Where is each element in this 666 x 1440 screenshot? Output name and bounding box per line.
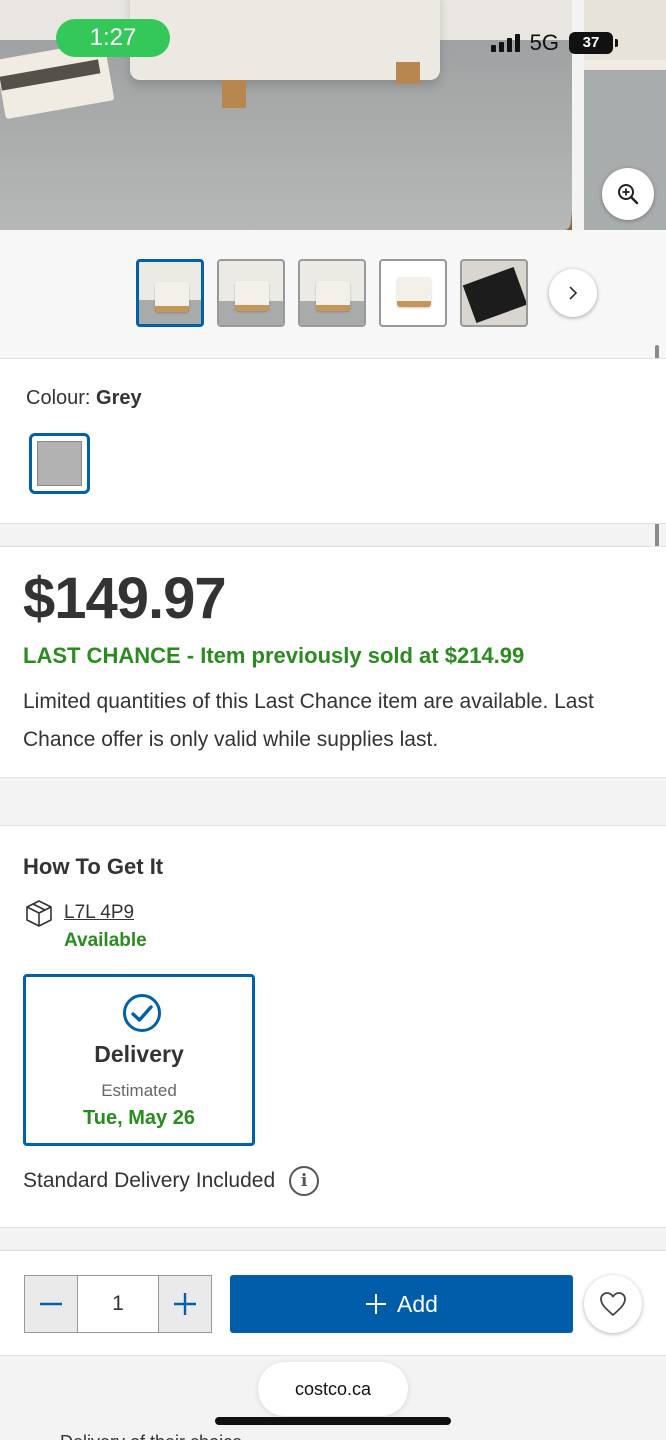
favorite-button[interactable] xyxy=(584,1275,642,1333)
browser-url-bar[interactable]: costco.ca xyxy=(258,1362,408,1416)
swatch-fill xyxy=(37,441,82,486)
zoom-button[interactable] xyxy=(602,168,654,220)
colour-label-prefix: Colour: xyxy=(26,387,91,409)
battery-icon: 37 xyxy=(569,32,613,54)
footer-peek-text: Delivery of their choice xyxy=(60,1432,242,1440)
thumbnails-next-button[interactable] xyxy=(549,269,597,317)
thumbnail-5[interactable] xyxy=(460,259,528,327)
last-chance-notice: LAST CHANCE - Item previously sold at $2… xyxy=(23,643,525,668)
chevron-right-icon xyxy=(569,286,578,300)
minus-icon xyxy=(40,1302,62,1306)
delivery-estimated-label: Estimated xyxy=(101,1081,177,1100)
availability-status: Available xyxy=(64,930,147,951)
network-label: 5G xyxy=(529,30,559,55)
product-hero-image[interactable]: 1:27 5G 37 xyxy=(0,0,666,230)
delivery-option[interactable]: Delivery Estimated Tue, May 26 xyxy=(23,974,255,1146)
postal-row: L7L 4P9 xyxy=(24,898,134,928)
hero-ottoman-leg xyxy=(396,62,420,84)
thumb-ottoman xyxy=(397,277,431,307)
status-time: 1:27 xyxy=(56,19,170,57)
thumbnail-3[interactable] xyxy=(298,259,366,327)
standard-delivery-text: Standard Delivery Included xyxy=(23,1169,276,1192)
quantity-stepper: 1 xyxy=(24,1275,212,1333)
colour-label: Colour: Grey xyxy=(26,387,142,410)
heart-icon xyxy=(600,1292,626,1316)
box-icon xyxy=(26,900,52,927)
status-indicators: 5G 37 xyxy=(490,30,618,56)
thumbnail-4[interactable] xyxy=(379,259,447,327)
info-icon[interactable]: i xyxy=(289,1166,320,1196)
quantity-increase-button[interactable] xyxy=(159,1276,211,1332)
hero-ottoman xyxy=(130,0,440,80)
quantity-input[interactable]: 1 xyxy=(77,1276,159,1332)
delivery-estimated-date: Tue, May 26 xyxy=(83,1107,195,1129)
plus-icon xyxy=(366,1294,387,1314)
thumb-ottoman xyxy=(316,281,350,311)
thumbnail-strip xyxy=(0,230,666,358)
price-card: $149.97 LAST CHANCE - Item previously so… xyxy=(0,546,666,778)
how-to-get-card: How To Get It L7L 4P9 Available Delivery… xyxy=(0,825,666,1228)
add-to-cart-label: Add xyxy=(397,1290,438,1317)
colour-value: Grey xyxy=(96,387,142,409)
thumb-ottoman xyxy=(235,281,269,311)
check-circle-icon xyxy=(123,994,161,1032)
colour-swatch-grey[interactable] xyxy=(29,433,90,494)
thumbnail-1[interactable] xyxy=(136,259,204,327)
colour-card: Colour: Grey xyxy=(0,358,666,524)
thumbnail-2[interactable] xyxy=(217,259,285,327)
battery-tip xyxy=(615,39,618,47)
home-indicator[interactable] xyxy=(215,1417,451,1425)
price: $149.97 xyxy=(23,566,227,631)
last-chance-description: Limited quantities of this Last Chance i… xyxy=(23,690,594,751)
add-to-cart-button[interactable]: Add xyxy=(230,1275,573,1333)
plus-icon xyxy=(174,1293,196,1315)
postal-code-link[interactable]: L7L 4P9 xyxy=(64,902,134,924)
quantity-decrease-button[interactable] xyxy=(25,1276,77,1332)
delivery-label: Delivery xyxy=(94,1041,184,1067)
zoom-in-icon xyxy=(618,184,639,205)
hero-ottoman-leg xyxy=(222,80,246,108)
add-to-cart-card: 1 Add xyxy=(0,1250,666,1356)
thumb-ottoman xyxy=(155,282,189,312)
how-to-get-title: How To Get It xyxy=(23,854,164,879)
standard-delivery-row: Standard Delivery Included i xyxy=(23,1166,320,1196)
signal-icon xyxy=(490,34,520,52)
thumb-open-ottoman xyxy=(462,266,526,324)
